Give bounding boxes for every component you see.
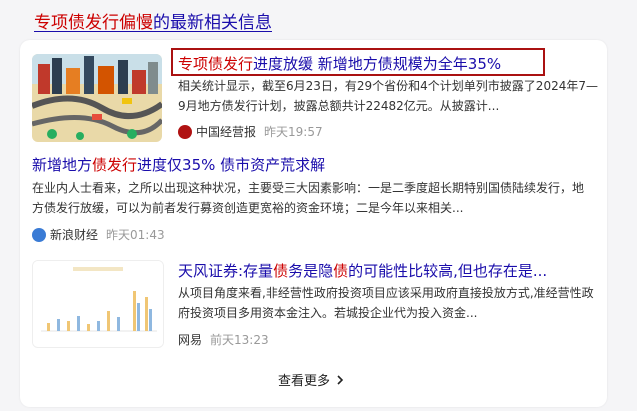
result-1-title-rest: 进度放缓 新增地方债规模为全年35% (253, 55, 502, 73)
china-business-journal-logo-icon (178, 124, 192, 139)
view-more-button[interactable]: 查看更多 (278, 370, 344, 389)
result-3-meta: 网易 前天13:23 (178, 331, 269, 348)
result-3-title-highlight: 债 (273, 262, 289, 280)
result-3-thumbnail[interactable] (32, 260, 164, 348)
result-3-title-highlight2: 债 (333, 262, 349, 280)
chevron-right-icon (337, 374, 344, 385)
result-2-title[interactable]: 新增地方债发行进度仅35% 债市资产荒求解 (32, 154, 325, 175)
result-2-title-pre: 新增地方 (32, 156, 93, 174)
results-card: 专项债发行进度放缓 新增地方债规模为全年35% 相关统计显示，截至6月23日，有… (20, 40, 607, 407)
result-3-snippet: 从项目角度来看,非经营性政府投资项目应该采用政府直接投放方式,准经营性政府投资项… (178, 286, 594, 320)
result-1-source[interactable]: 中国经营报 (196, 123, 256, 140)
sina-finance-logo-icon (32, 227, 46, 242)
result-3-source[interactable]: 网易 (178, 331, 202, 348)
title-rest: 的最新相关信息 (153, 13, 272, 33)
result-1-title-highlight: 专项债发行 (178, 55, 254, 73)
result-1-time: 昨天19:57 (264, 125, 323, 139)
result-1-meta: 中国经营报 昨天19:57 (178, 123, 323, 140)
result-3-title-pre: 天风证券:存量 (178, 262, 274, 280)
result-3-title[interactable]: 天风证券:存量债务是隐债的可能性比较高,但也存在是... (178, 260, 547, 281)
title-highlight: 专项债发行偏慢 (34, 13, 153, 33)
result-1-thumbnail[interactable] (32, 54, 162, 142)
city-illustration-image (32, 54, 162, 142)
result-3-time: 前天13:23 (210, 333, 269, 347)
bar-chart-image (33, 261, 163, 347)
result-3-title-rest: 的可能性比较高,但也存在是... (348, 262, 548, 280)
result-2-title-rest: 进度仅35% 债市资产荒求解 (137, 156, 326, 174)
result-2-title-highlight: 债发行 (92, 156, 138, 174)
result-3-title-mid: 务是隐 (288, 262, 334, 280)
result-2-meta: 新浪财经 昨天01:43 (32, 226, 165, 243)
result-1-snippet: 相关统计显示，截至6月23日，有29个省份和4个计划单列市披露了2024年7—9… (178, 79, 598, 113)
result-2-time: 昨天01:43 (106, 228, 165, 242)
result-2-snippet: 在业内人士看来，之所以出现这种状况，主要受三大因素影响：一是二季度超长期特别国债… (32, 181, 585, 215)
view-more-label: 查看更多 (278, 374, 331, 389)
page-title[interactable]: 专项债发行偏慢的最新相关信息 (34, 8, 272, 33)
result-2-source[interactable]: 新浪财经 (50, 226, 98, 243)
result-1-title[interactable]: 专项债发行进度放缓 新增地方债规模为全年35% (178, 53, 501, 74)
